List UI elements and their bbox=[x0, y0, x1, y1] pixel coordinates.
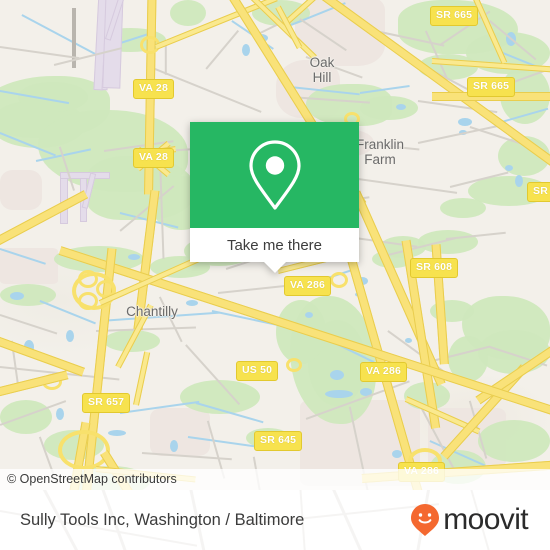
water-body bbox=[505, 165, 513, 171]
cloverleaf-loop bbox=[78, 270, 98, 288]
place-label-chantilly: Chantilly bbox=[126, 304, 178, 319]
callout-action-bar[interactable]: Take me there bbox=[190, 228, 359, 273]
built-up-area bbox=[0, 248, 58, 284]
highway-shield: SR 608 bbox=[410, 258, 459, 278]
highway-shield: US 50 bbox=[236, 361, 279, 381]
water-body bbox=[396, 104, 406, 110]
map-screenshot: Oak Hill Franklin Farm Chantilly SR 665 … bbox=[0, 0, 550, 550]
highway-shield: VA 28 bbox=[133, 79, 175, 99]
map-attribution[interactable]: © OpenStreetMap contributors bbox=[0, 469, 550, 490]
water-body bbox=[56, 408, 64, 420]
park-area bbox=[478, 420, 550, 462]
highway-shield: VA 286 bbox=[360, 362, 408, 382]
highway-shield: SR 645 bbox=[254, 431, 303, 451]
location-pin-icon bbox=[248, 140, 301, 210]
water-body bbox=[128, 254, 140, 260]
park-area bbox=[170, 0, 206, 26]
water-body bbox=[325, 390, 353, 398]
highway-shield: SR 657 bbox=[82, 393, 131, 413]
moovit-logo[interactable]: moovit bbox=[410, 490, 529, 550]
park-area bbox=[418, 230, 478, 254]
interchange-ring bbox=[286, 358, 302, 372]
water-body bbox=[515, 175, 523, 187]
cloverleaf-loop bbox=[78, 292, 98, 310]
highway-shield: SR 6 bbox=[527, 182, 550, 202]
water-body bbox=[170, 440, 178, 452]
place-label-oak-hill: Oak Hill bbox=[309, 55, 335, 85]
map-canvas[interactable]: Oak Hill Franklin Farm Chantilly SR 665 … bbox=[0, 0, 550, 490]
interchange-ring bbox=[330, 272, 348, 288]
park-area bbox=[0, 400, 52, 434]
water-body bbox=[458, 118, 472, 126]
take-me-there-callout[interactable]: Take me there bbox=[190, 122, 359, 273]
location-title: Sully Tools Inc, Washington / Baltimore bbox=[20, 510, 305, 529]
callout-green-panel bbox=[190, 122, 359, 228]
water-body bbox=[242, 44, 250, 56]
moovit-wordmark: moovit bbox=[443, 503, 528, 536]
park-area bbox=[478, 330, 550, 374]
bottom-info-bar: Sully Tools Inc, Washington / Baltimore … bbox=[0, 490, 550, 550]
park-area bbox=[18, 82, 88, 112]
cloverleaf-ring bbox=[58, 430, 110, 470]
highway-shield: VA 28 bbox=[133, 148, 175, 168]
water-body bbox=[330, 370, 344, 380]
callout-label: Take me there bbox=[226, 236, 323, 254]
highway-shield: SR 665 bbox=[430, 6, 479, 26]
built-up-area bbox=[150, 408, 210, 456]
water-body bbox=[392, 450, 402, 458]
water-body bbox=[108, 430, 126, 436]
moovit-smiley-pin-icon bbox=[411, 504, 440, 536]
built-up-area bbox=[0, 170, 42, 210]
park-area bbox=[360, 96, 418, 120]
water-body bbox=[10, 292, 24, 300]
highway-shield: SR 665 bbox=[467, 77, 516, 97]
highway-shield: VA 286 bbox=[284, 276, 332, 296]
water-body bbox=[305, 312, 313, 318]
callout-pointer-tail bbox=[263, 262, 286, 273]
park-area bbox=[440, 198, 486, 218]
water-body bbox=[66, 330, 74, 342]
